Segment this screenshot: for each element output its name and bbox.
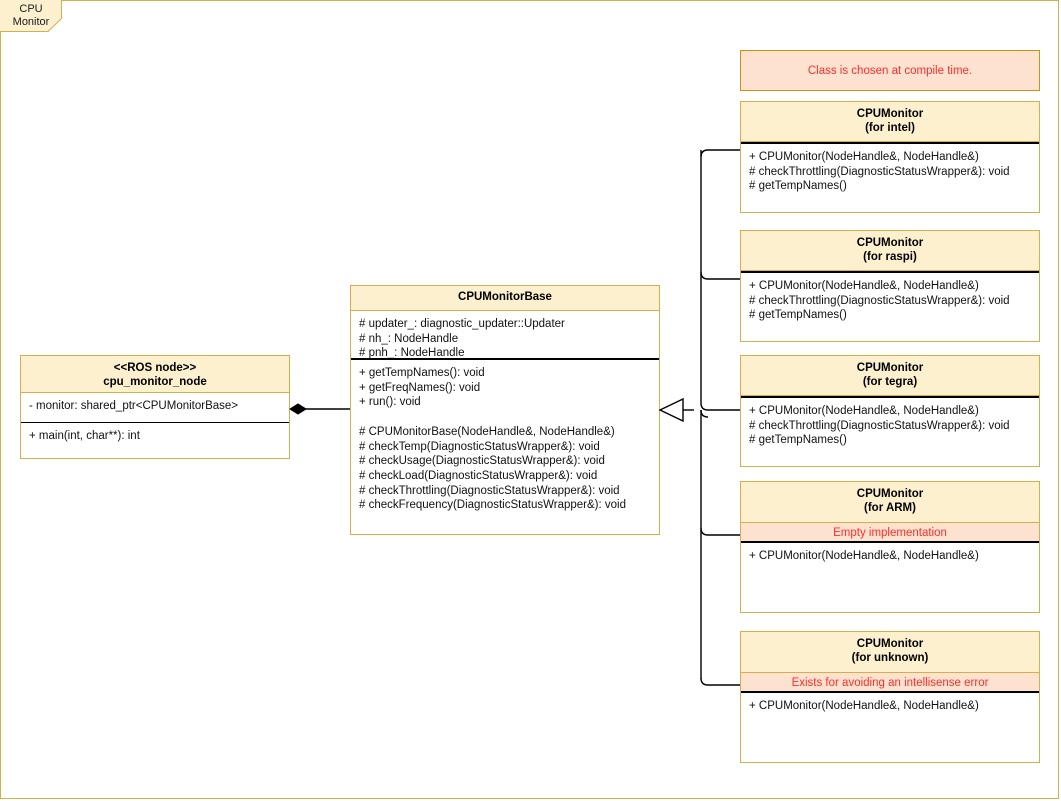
class-header-cpu-monitor-intel: CPUMonitor (for intel) xyxy=(741,102,1039,142)
class-note-cpu-monitor-unknown: Exists for avoiding an intellisense erro… xyxy=(741,672,1039,693)
class-attributes-cpu-monitor-base: # updater_: diagnostic_updater::Updater … xyxy=(359,318,565,360)
class-operations-cpu-monitor-intel: + CPUMonitor(NodeHandle&, NodeHandle&) #… xyxy=(741,142,1039,212)
class-header-cpu-monitor-base: CPUMonitorBase xyxy=(351,286,659,311)
class-operations-cpu-monitor-raspi: + CPUMonitor(NodeHandle&, NodeHandle&) #… xyxy=(741,271,1039,341)
class-box-cpu-monitor-base[interactable]: CPUMonitorBase # updater_: diagnostic_up… xyxy=(350,285,660,535)
class-operations-cpu-monitor-node: + main(int, char**): int xyxy=(21,422,289,458)
class-box-cpu-monitor-node[interactable]: <<ROS node>> cpu_monitor_node - monitor:… xyxy=(20,355,290,459)
class-header-cpu-monitor-unknown: CPUMonitor (for unknown) xyxy=(741,632,1039,672)
class-box-cpu-monitor-arm[interactable]: CPUMonitor (for ARM) Empty implementatio… xyxy=(740,481,1040,613)
class-operations-cpu-monitor-base: + getTempNames(): void + getFreqNames():… xyxy=(351,358,659,534)
uml-diagram-canvas: CPU Monitor Class is chosen at compile t… xyxy=(0,0,1061,801)
class-attributes-cpu-monitor-node: - monitor: shared_ptr<CPUMonitorBase> xyxy=(29,400,239,412)
class-header-cpu-monitor-arm: CPUMonitor (for ARM) xyxy=(741,482,1039,522)
class-operations-cpu-monitor-arm: + CPUMonitor(NodeHandle&, NodeHandle&) xyxy=(749,550,979,562)
class-note-cpu-monitor-arm: Empty implementation xyxy=(741,522,1039,543)
class-operations-cpu-monitor-unknown: + CPUMonitor(NodeHandle&, NodeHandle&) xyxy=(749,700,979,712)
compile-time-note-text: Class is chosen at compile time. xyxy=(807,64,973,77)
class-box-cpu-monitor-unknown[interactable]: CPUMonitor (for unknown) Exists for avoi… xyxy=(740,631,1040,763)
compile-time-note: Class is chosen at compile time. xyxy=(740,50,1040,91)
class-header-cpu-monitor-tegra: CPUMonitor (for tegra) xyxy=(741,356,1039,396)
class-box-cpu-monitor-tegra[interactable]: CPUMonitor (for tegra) + CPUMonitor(Node… xyxy=(740,355,1040,467)
class-box-cpu-monitor-intel[interactable]: CPUMonitor (for intel) + CPUMonitor(Node… xyxy=(740,101,1040,213)
generalization-connector xyxy=(658,149,740,686)
diagram-frame-tab-label: CPU Monitor xyxy=(12,3,50,28)
class-header-cpu-monitor-node: <<ROS node>> cpu_monitor_node xyxy=(21,356,289,393)
class-box-cpu-monitor-raspi[interactable]: CPUMonitor (for raspi) + CPUMonitor(Node… xyxy=(740,230,1040,342)
class-operations-cpu-monitor-tegra: + CPUMonitor(NodeHandle&, NodeHandle&) #… xyxy=(741,396,1039,466)
class-header-cpu-monitor-raspi: CPUMonitor (for raspi) xyxy=(741,231,1039,271)
composition-connector xyxy=(289,403,350,415)
